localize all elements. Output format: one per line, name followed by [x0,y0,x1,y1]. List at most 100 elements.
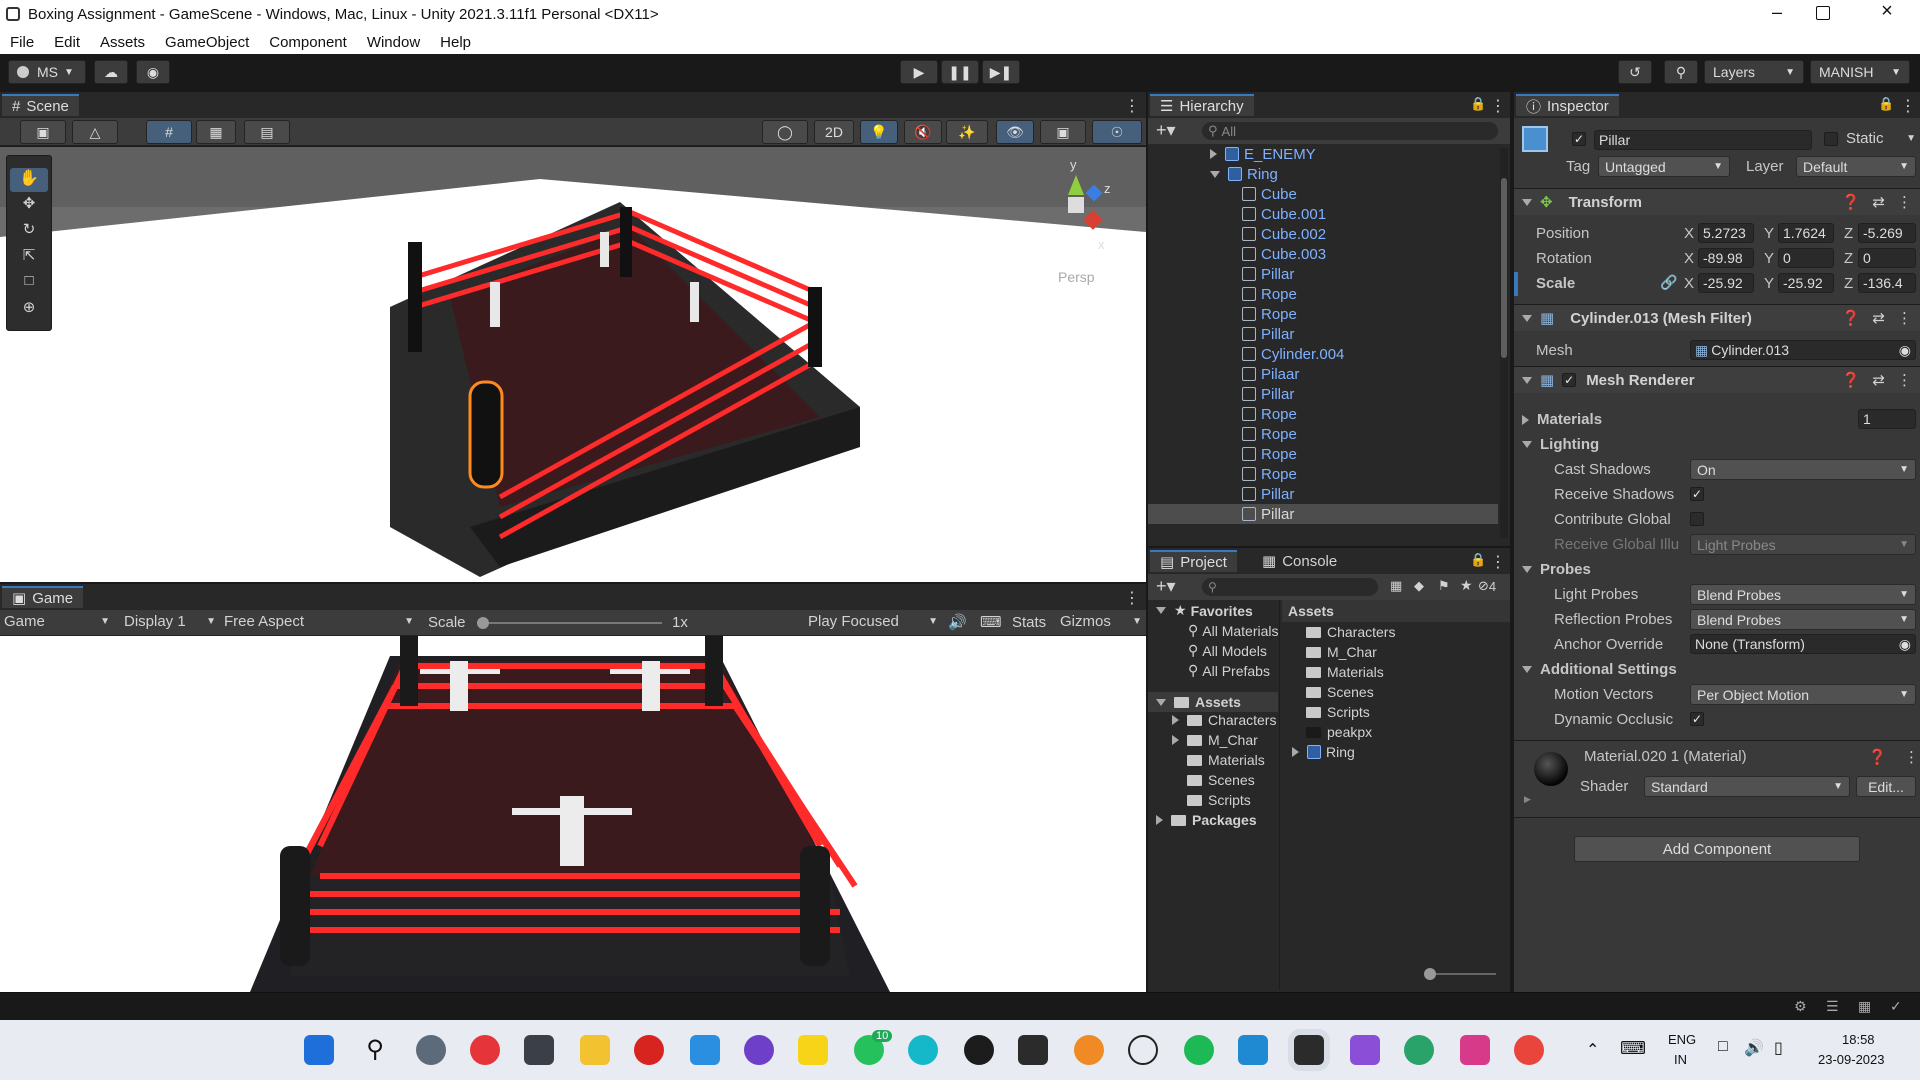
snap-increment-button[interactable]: ▤ [244,120,290,144]
scale-z-field[interactable]: -136.4 [1858,273,1916,293]
start-icon[interactable] [304,1035,334,1065]
github-icon[interactable] [744,1035,774,1065]
chrome-icon[interactable] [1514,1035,1544,1065]
position-y-field[interactable]: 1.7624 [1778,223,1834,243]
fold-arrow-icon[interactable] [1292,747,1299,757]
menu-window[interactable]: Window [367,34,420,51]
layers-dropdown[interactable]: Layers ▼ [1704,60,1804,84]
check-circle-icon[interactable]: ✓ [1890,998,1902,1015]
tree-item-scripts[interactable]: Scripts [1187,792,1251,808]
anchor-override-field[interactable]: None (Transform) ◉ [1690,634,1916,654]
gizmos-dropdown[interactable]: ☉ [1092,120,1142,144]
unreal-icon[interactable] [964,1035,994,1065]
file-item-folder[interactable]: Scenes [1306,684,1374,700]
rect-tool-icon[interactable]: □ [10,272,48,296]
search-by-type-icon[interactable]: ▦ [1390,578,1402,594]
scene-viewport[interactable]: ✋ ✥ ↻ ⇱ □ ⊕ y z x Persp [0,147,1146,582]
close-button[interactable]: × [1872,0,1902,26]
orientation-gizmo[interactable]: y z x [1030,155,1111,252]
help-icon[interactable]: ❓ [1842,309,1861,327]
game-viewport[interactable] [0,636,1146,992]
transform-header[interactable]: ✥ Transform ❓ ⇄ ⋮ [1514,188,1920,215]
history-button[interactable]: ↺ [1618,60,1652,84]
hierarchy-scrollbar[interactable] [1500,148,1508,538]
tab-project[interactable]: ▤ Project [1150,550,1237,572]
hierarchy-item[interactable]: Rope [1242,464,1297,484]
hierarchy-item[interactable]: Cube.002 [1242,224,1326,244]
effects-dropdown[interactable]: ✨ [946,120,988,144]
canva-icon[interactable] [908,1035,938,1065]
unity-hub-icon[interactable] [1018,1035,1048,1065]
maximize-button[interactable] [1816,6,1830,20]
kebab-menu-icon[interactable]: ⋮ [1490,96,1506,116]
cloud-button[interactable]: ☁ [94,60,128,84]
file-item-folder[interactable]: Materials [1306,664,1384,680]
filter-by-label-icon[interactable]: ◆ [1414,578,1424,594]
packages-tree-header[interactable]: Packages [1156,812,1257,828]
tab-console[interactable]: ▦ Console [1262,552,1337,571]
favorite-star-icon[interactable]: ★ [1460,577,1473,594]
hierarchy-item[interactable]: Rope [1242,304,1297,324]
assets-tree-header[interactable]: Assets [1148,692,1278,712]
fold-arrow-icon[interactable] [1522,666,1532,673]
search-button[interactable]: ⚲ [1664,60,1698,84]
favorite-all-materials[interactable]: ⚲ All Materials [1188,622,1278,639]
mesh-renderer-header[interactable]: ▦ ✓ Mesh Renderer ❓ ⇄ ⋮ [1514,366,1920,393]
hierarchy-item[interactable]: Pillar [1242,484,1294,504]
object-picker-icon[interactable]: ◉ [1899,342,1911,359]
fold-arrow-icon[interactable] [1172,735,1179,745]
object-picker-icon[interactable]: ◉ [1899,636,1911,653]
kebab-menu-icon[interactable]: ⋮ [1124,96,1140,116]
hierarchy-item[interactable]: Rope [1242,284,1297,304]
unity-editor-icon[interactable] [1294,1035,1324,1065]
hidden-packages-toggle[interactable]: ⊘ 4 [1478,578,1496,594]
winrar-icon[interactable] [1460,1035,1490,1065]
mesh-renderer-enabled-checkbox[interactable]: ✓ [1562,373,1577,387]
preset-icon[interactable]: ⇄ [1872,193,1885,211]
lang-top[interactable]: ENG [1668,1032,1696,1047]
position-z-field[interactable]: -5.269 [1858,223,1916,243]
search-icon[interactable]: ⚲ [360,1035,390,1065]
edit-shader-button[interactable]: Edit... [1856,776,1916,797]
power-app-icon[interactable] [470,1035,500,1065]
bake-icon[interactable]: ▦ [1858,998,1871,1015]
tag-dropdown[interactable]: Untagged ▼ [1598,156,1730,177]
link-icon[interactable]: 🔗 [1660,274,1677,291]
hand-tool-icon[interactable]: ✋ [10,168,48,192]
minimize-button[interactable]: – [1762,2,1792,26]
file-item-folder[interactable]: Characters [1306,624,1395,640]
menu-file[interactable]: File [10,34,34,51]
menu-gameobject[interactable]: GameObject [165,34,249,51]
play-mode-dropdown[interactable]: Play Focused ▼ [808,613,938,630]
camera-dropdown[interactable]: ▣ [1040,120,1086,144]
hierarchy-item[interactable]: Pillar [1242,264,1294,284]
hierarchy-item[interactable]: Pilaar [1242,364,1299,384]
menu-help[interactable]: Help [440,34,471,51]
menu-component[interactable]: Component [269,34,347,51]
fold-arrow-icon[interactable] [1522,376,1532,384]
volume-icon[interactable]: 🔊 [1744,1038,1764,1058]
component-menu-icon[interactable]: ⋮ [1904,748,1919,766]
hierarchy-search-input[interactable]: ⚲ All [1202,122,1498,140]
grid-snap-button[interactable]: # [146,120,192,144]
clock-date[interactable]: 23-09-2023 [1818,1052,1885,1067]
rotate-tool-icon[interactable]: ↻ [10,220,48,244]
scale-tool-icon[interactable]: ⇱ [10,246,48,270]
hierarchy-item[interactable]: Pillar [1242,384,1294,404]
move-tool-icon[interactable]: ✥ [10,194,48,218]
icon-size-slider[interactable] [1430,973,1496,975]
materials-foldout[interactable]: Materials [1522,411,1602,428]
tree-item-characters[interactable]: Characters [1172,712,1278,728]
icon-size-slider-thumb[interactable] [1424,968,1436,980]
fold-arrow-icon[interactable] [1522,314,1532,322]
light-probes-dropdown[interactable]: Blend Probes ▼ [1690,584,1916,605]
display-dropdown[interactable]: Display 1 ▼ [124,613,216,630]
tree-item-materials[interactable]: Materials [1187,752,1265,768]
collab-button[interactable]: ◉ [136,60,170,84]
sticky-notes-icon[interactable] [798,1035,828,1065]
probes-foldout[interactable]: Probes [1522,561,1591,578]
fold-arrow-icon[interactable] [1172,715,1179,725]
transform-tool-icon[interactable]: ⊕ [10,298,48,322]
settings-icon[interactable] [416,1035,446,1065]
hierarchy-scroll-thumb[interactable] [1501,178,1507,358]
